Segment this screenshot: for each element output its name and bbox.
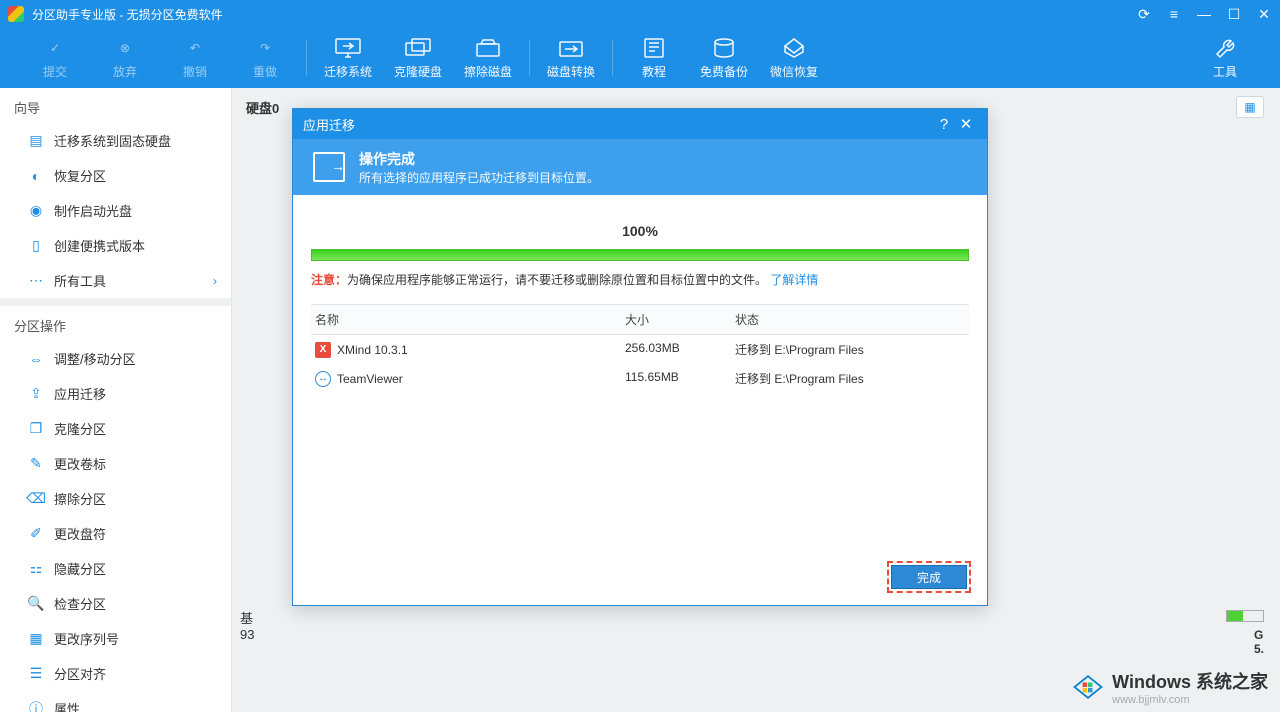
app-migration-dialog: 应用迁移 ? ✕ 操作完成 所有选择的应用程序已成功迁移到目标位置。 100% …: [292, 108, 988, 606]
sidebar-ops-header: 分区操作: [0, 306, 231, 341]
toolbar: ✓提交 ⊗放弃 ↶撤销 ↷重做 迁移系统 克隆硬盘 擦除磁盘 磁盘转换 教程 免…: [0, 28, 1280, 88]
progress-bar: [311, 249, 969, 261]
migrate-system-button[interactable]: 迁移系统: [313, 36, 383, 80]
redo-button: ↷重做: [230, 36, 300, 80]
app-logo-icon: [8, 6, 24, 22]
col-name: 名称: [315, 311, 625, 328]
progress-percent: 100%: [311, 223, 969, 239]
sidebar-item-wipe-partition[interactable]: ⌫擦除分区: [0, 481, 231, 516]
sidebar-item-check-partition[interactable]: 🔍检查分区: [0, 586, 231, 621]
learn-more-link[interactable]: 了解详情: [770, 273, 818, 287]
dialog-close-icon[interactable]: ✕: [955, 115, 977, 133]
dialog-title: 应用迁移: [303, 115, 355, 134]
close-icon[interactable]: ✕: [1256, 6, 1272, 23]
clone-disk-button[interactable]: 克隆硬盘: [383, 36, 453, 80]
sidebar-item-create-portable[interactable]: ▯创建便携式版本: [0, 228, 231, 263]
sidebar-item-change-letter[interactable]: ✐更改盘符: [0, 516, 231, 551]
watermark: Windows 系统之家 www.bjjmlv.com: [1070, 668, 1268, 706]
disk-usage-bar: [1226, 610, 1264, 622]
sidebar-item-properties[interactable]: ⓘ属性: [0, 691, 231, 712]
free-backup-button[interactable]: 免费备份: [689, 36, 759, 80]
watermark-logo-icon: [1070, 669, 1106, 705]
sidebar: 向导 ▤迁移系统到固态硬盘 ◐恢复分区 ◉制作启动光盘 ▯创建便携式版本 ⋯所有…: [0, 88, 232, 712]
banner-subtitle: 所有选择的应用程序已成功迁移到目标位置。: [359, 169, 599, 186]
sidebar-item-align-partition[interactable]: ☰分区对齐: [0, 656, 231, 691]
minimize-icon[interactable]: ―: [1196, 6, 1212, 23]
finish-button[interactable]: 完成: [891, 565, 967, 589]
teamviewer-icon: ↔: [315, 371, 331, 387]
xmind-icon: X: [315, 342, 331, 358]
sidebar-item-clone-partition[interactable]: ❐克隆分区: [0, 411, 231, 446]
migration-icon: [313, 152, 345, 182]
finish-button-highlight: 完成: [887, 561, 971, 593]
notice-text: 注意：为确保应用程序能够正常运行，请不要迁移或删除原位置和目标位置中的文件。 了…: [311, 271, 969, 288]
wechat-recovery-button[interactable]: 微信恢复: [759, 36, 829, 80]
drive-letters: G5.: [1254, 628, 1264, 656]
undo-button: ↶撤销: [160, 36, 230, 80]
wipe-disk-button[interactable]: 擦除磁盘: [453, 36, 523, 80]
view-toggle-button[interactable]: ▦: [1236, 96, 1264, 118]
col-status: 状态: [735, 311, 965, 328]
sidebar-item-resize-move[interactable]: ⇔调整/移动分区: [0, 341, 231, 376]
chevron-right-icon: ›: [213, 274, 217, 288]
sidebar-wizard-header: 向导: [0, 88, 231, 123]
maximize-icon[interactable]: ☐: [1226, 6, 1242, 23]
sidebar-item-change-label[interactable]: ✎更改卷标: [0, 446, 231, 481]
refresh-icon[interactable]: ⟳: [1136, 6, 1152, 23]
basic-disk-label: 基93: [240, 608, 254, 642]
table-row: XXMind 10.3.1 256.03MB 迁移到 E:\Program Fi…: [311, 335, 969, 364]
titlebar: 分区助手专业版 - 无损分区免费软件 ⟳ ≡ ― ☐ ✕: [0, 0, 1280, 28]
sidebar-item-all-tools[interactable]: ⋯所有工具›: [0, 263, 231, 298]
menu-icon[interactable]: ≡: [1166, 6, 1182, 23]
sidebar-item-migrate-to-ssd[interactable]: ▤迁移系统到固态硬盘: [0, 123, 231, 158]
tutorial-button[interactable]: 教程: [619, 36, 689, 80]
commit-button: ✓提交: [20, 36, 90, 80]
sidebar-item-app-migration[interactable]: ⇪应用迁移: [0, 376, 231, 411]
sidebar-item-hide-partition[interactable]: ⚏隐藏分区: [0, 551, 231, 586]
sidebar-item-recover-partition[interactable]: ◐恢复分区: [0, 158, 231, 193]
sidebar-item-change-serial[interactable]: ▦更改序列号: [0, 621, 231, 656]
table-row: ↔TeamViewer 115.65MB 迁移到 E:\Program File…: [311, 364, 969, 393]
convert-disk-button[interactable]: 磁盘转换: [536, 36, 606, 80]
discard-button: ⊗放弃: [90, 36, 160, 80]
tools-button[interactable]: 工具: [1190, 36, 1260, 80]
migration-table: 名称 大小 状态 XXMind 10.3.1 256.03MB 迁移到 E:\P…: [311, 304, 969, 393]
col-size: 大小: [625, 311, 735, 328]
dialog-help-icon[interactable]: ?: [933, 116, 955, 133]
dialog-titlebar: 应用迁移 ? ✕: [293, 109, 987, 139]
dialog-banner: 操作完成 所有选择的应用程序已成功迁移到目标位置。: [293, 139, 987, 195]
window-title: 分区助手专业版 - 无损分区免费软件: [32, 6, 1136, 23]
banner-title: 操作完成: [359, 149, 599, 169]
sidebar-item-create-boot-disc[interactable]: ◉制作启动光盘: [0, 193, 231, 228]
